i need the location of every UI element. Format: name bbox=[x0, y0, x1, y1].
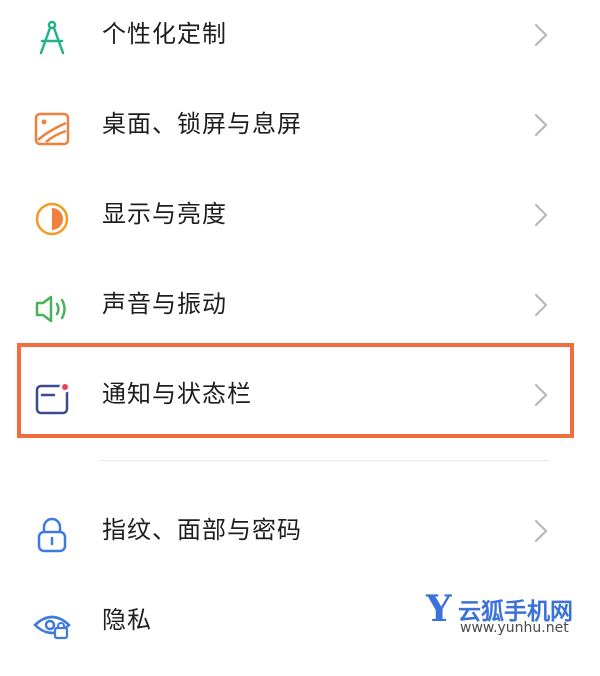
settings-item-display-brightness[interactable]: 显示与亮度 bbox=[0, 180, 600, 270]
watermark-letter: Y bbox=[426, 588, 452, 630]
settings-item-fingerprint-face-password[interactable]: 指纹、面部与密码 bbox=[0, 496, 600, 586]
settings-item-desktop-lockscreen[interactable]: 桌面、锁屏与息屏 bbox=[0, 90, 600, 180]
privacy-eye-icon bbox=[30, 603, 74, 647]
highlight-box bbox=[17, 343, 574, 438]
compass-icon bbox=[30, 17, 74, 61]
chevron-right-icon bbox=[534, 519, 548, 543]
settings-item-label: 声音与振动 bbox=[102, 290, 227, 318]
chevron-right-icon bbox=[534, 113, 548, 137]
brightness-icon bbox=[30, 197, 74, 241]
watermark-logo: Y 云狐手机网 www.yunhu.net bbox=[424, 588, 600, 648]
settings-item-label: 桌面、锁屏与息屏 bbox=[102, 110, 302, 138]
watermark-url: www.yunhu.net bbox=[460, 620, 569, 636]
chevron-right-icon bbox=[534, 293, 548, 317]
chevron-right-icon bbox=[534, 203, 548, 227]
settings-item-label: 指纹、面部与密码 bbox=[102, 516, 302, 544]
settings-item-label: 个性化定制 bbox=[102, 20, 227, 48]
settings-item-personalization[interactable]: 个性化定制 bbox=[0, 0, 600, 90]
speaker-icon bbox=[30, 287, 74, 331]
settings-item-label: 显示与亮度 bbox=[102, 200, 227, 228]
lock-icon bbox=[30, 513, 74, 557]
chevron-right-icon bbox=[534, 23, 548, 47]
settings-item-label: 隐私 bbox=[102, 606, 152, 634]
section-divider bbox=[100, 460, 550, 461]
wallpaper-icon bbox=[30, 107, 74, 151]
